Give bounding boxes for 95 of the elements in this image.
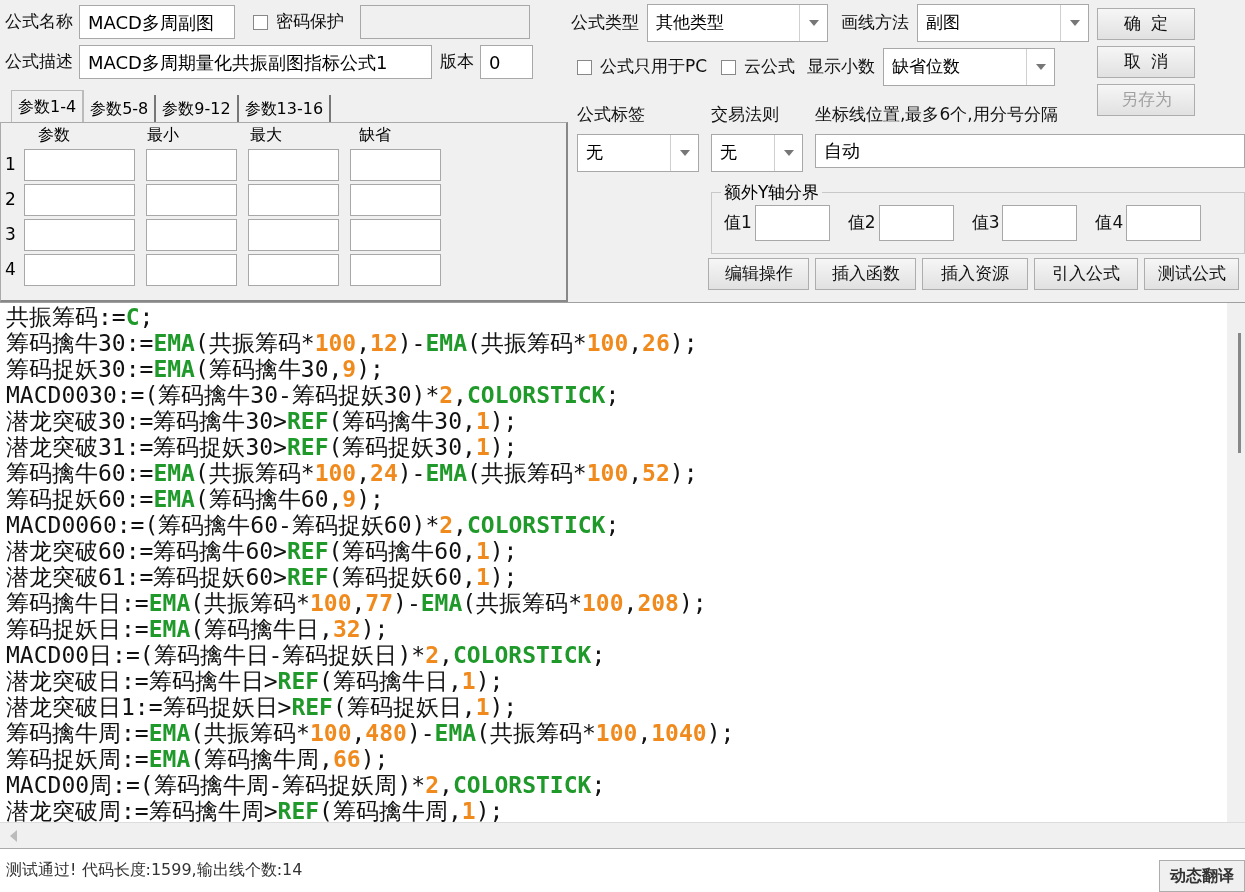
checkbox-label: 云公式 bbox=[744, 55, 796, 79]
code-line: 筹码捉妖日:=EMA(筹码擒牛日,32); bbox=[6, 616, 389, 642]
field-label: 交易法则 bbox=[711, 103, 780, 126]
field-label: 画线方法 bbox=[841, 11, 909, 35]
button[interactable]: 取 消 bbox=[1097, 46, 1195, 78]
value-field[interactable] bbox=[1002, 204, 1078, 241]
translate-button[interactable]: 动态翻译 bbox=[1159, 860, 1245, 892]
field-label: 显示小数 bbox=[807, 55, 876, 79]
button[interactable]: 插入函数 bbox=[815, 257, 916, 290]
tab[interactable]: 参数1-4 bbox=[11, 90, 85, 122]
param-field[interactable] bbox=[248, 218, 339, 251]
checkbox[interactable] bbox=[253, 14, 268, 30]
row-number: 4 bbox=[5, 257, 17, 281]
param-field[interactable] bbox=[248, 253, 339, 286]
code-line: MACD0060:=(筹码擒牛60-筹码捉妖60)*2,COLORSTICK; bbox=[6, 512, 620, 538]
text-field[interactable]: 自动 bbox=[815, 133, 1245, 168]
code-line: 筹码擒牛日:=EMA(共振筹码*100,77)-EMA(共振筹码*100,208); bbox=[6, 590, 707, 616]
code-line: 共振筹码:=C; bbox=[6, 304, 154, 330]
column-header: 最大 bbox=[249, 124, 283, 146]
dropdown[interactable]: 其他类型 bbox=[647, 4, 828, 42]
param-field[interactable] bbox=[24, 183, 135, 216]
code-line: MACD0030:=(筹码擒牛30-筹码捉妖30)*2,COLORSTICK; bbox=[6, 382, 620, 408]
code-line: 潜龙突破周:=筹码擒牛周>REF(筹码擒牛周,1); bbox=[6, 798, 504, 822]
button[interactable]: 测试公式 bbox=[1144, 257, 1239, 290]
param-field[interactable] bbox=[350, 253, 441, 286]
field-label: 公式类型 bbox=[571, 11, 639, 35]
checkbox-label: 公式只用于PC bbox=[600, 55, 708, 79]
checkbox[interactable] bbox=[577, 59, 592, 75]
value-field[interactable] bbox=[878, 204, 954, 241]
code-line: 潜龙突破61:=筹码捉妖60>REF(筹码捉妖60,1); bbox=[6, 564, 518, 590]
field-label: 版本 bbox=[440, 50, 474, 74]
value-field[interactable] bbox=[1126, 204, 1202, 241]
param-field[interactable] bbox=[350, 183, 441, 216]
button[interactable]: 确 定 bbox=[1097, 8, 1195, 40]
caret-icon bbox=[1035, 64, 1046, 70]
column-header: 缺省 bbox=[358, 124, 392, 146]
code-line: 潜龙突破日:=筹码擒牛日>REF(筹码擒牛日,1); bbox=[6, 668, 504, 694]
button[interactable]: 插入资源 bbox=[922, 257, 1028, 290]
caret-icon bbox=[679, 149, 690, 156]
field-label: 值4 bbox=[1095, 210, 1124, 234]
field-label: 坐标线位置,最多6个,用分号分隔 bbox=[815, 103, 1059, 126]
code-line: 筹码擒牛30:=EMA(共振筹码*100,12)-EMA(共振筹码*100,26); bbox=[6, 330, 698, 356]
text-field[interactable]: MACD多周期量化共振副图指标公式1 bbox=[79, 45, 432, 79]
param-field[interactable] bbox=[146, 148, 237, 181]
dropdown[interactable]: 副图 bbox=[917, 4, 1089, 42]
field-label: 值1 bbox=[724, 210, 752, 234]
status-text: 测试通过! 代码长度:1599,输出线个数:14 bbox=[5, 859, 303, 881]
column-header: 最小 bbox=[146, 124, 180, 146]
param-field[interactable] bbox=[146, 218, 237, 251]
row-number: 3 bbox=[5, 222, 17, 246]
checkbox[interactable] bbox=[721, 59, 737, 75]
value-field[interactable] bbox=[754, 204, 830, 241]
param-field[interactable] bbox=[24, 253, 135, 286]
param-field[interactable] bbox=[24, 218, 135, 251]
button[interactable]: 编辑操作 bbox=[708, 257, 809, 290]
param-field[interactable] bbox=[146, 183, 237, 216]
code-line: 潜龙突破31:=筹码捉妖30>REF(筹码捉妖30,1); bbox=[6, 434, 518, 460]
group-title: 额外Y轴分界 bbox=[721, 181, 823, 202]
code-line: MACD00周:=(筹码擒牛周-筹码捉妖周)*2,COLORSTICK; bbox=[6, 772, 606, 798]
text-field[interactable]: MACD多周副图 bbox=[79, 5, 235, 39]
code-line: 筹码捉妖60:=EMA(筹码擒牛60,9); bbox=[6, 486, 384, 512]
vertical-scrollbar[interactable] bbox=[1227, 303, 1245, 822]
field-label: 公式名称 bbox=[5, 10, 73, 34]
code-line: 筹码捉妖30:=EMA(筹码擒牛30,9); bbox=[6, 356, 384, 382]
row-number: 1 bbox=[5, 152, 17, 176]
dropdown[interactable]: 无 bbox=[711, 133, 803, 172]
code-line: 潜龙突破30:=筹码擒牛30>REF(筹码擒牛30,1); bbox=[6, 408, 518, 434]
param-field[interactable] bbox=[350, 148, 441, 181]
text-field[interactable]: 0 bbox=[480, 45, 533, 79]
left-arrow-icon bbox=[10, 829, 17, 842]
param-field[interactable] bbox=[146, 253, 237, 286]
code-line: 筹码擒牛60:=EMA(共振筹码*100,24)-EMA(共振筹码*100,52); bbox=[6, 460, 698, 486]
field-label: 公式描述 bbox=[5, 50, 73, 74]
column-header: 参数 bbox=[37, 124, 71, 146]
field-label: 公式标签 bbox=[577, 103, 646, 126]
param-field[interactable] bbox=[24, 148, 135, 181]
code-line: 筹码捉妖周:=EMA(筹码擒牛周,66); bbox=[6, 746, 389, 772]
dropdown[interactable]: 无 bbox=[577, 133, 699, 172]
param-field[interactable] bbox=[350, 218, 441, 251]
row-number: 2 bbox=[5, 187, 17, 211]
button[interactable]: 引入公式 bbox=[1034, 257, 1138, 290]
code-line: 潜龙突破日1:=筹码捉妖日>REF(筹码捉妖日,1); bbox=[6, 694, 518, 720]
caret-icon bbox=[783, 149, 794, 156]
password-field[interactable] bbox=[360, 5, 530, 39]
code-line: MACD00日:=(筹码擒牛日-筹码捉妖日)*2,COLORSTICK; bbox=[6, 642, 606, 668]
caret-icon bbox=[1069, 20, 1080, 26]
param-field[interactable] bbox=[248, 148, 339, 181]
code-line: 潜龙突破60:=筹码擒牛60>REF(筹码擒牛60,1); bbox=[6, 538, 518, 564]
checkbox-label: 密码保护 bbox=[276, 10, 344, 34]
field-label: 值2 bbox=[847, 210, 876, 234]
field-label: 值3 bbox=[971, 210, 1000, 234]
caret-icon bbox=[808, 20, 819, 26]
code-line: 筹码擒牛周:=EMA(共振筹码*100,480)-EMA(共振筹码*100,1040); bbox=[6, 720, 735, 746]
param-field[interactable] bbox=[248, 183, 339, 216]
dropdown[interactable]: 缺省位数 bbox=[883, 48, 1056, 86]
